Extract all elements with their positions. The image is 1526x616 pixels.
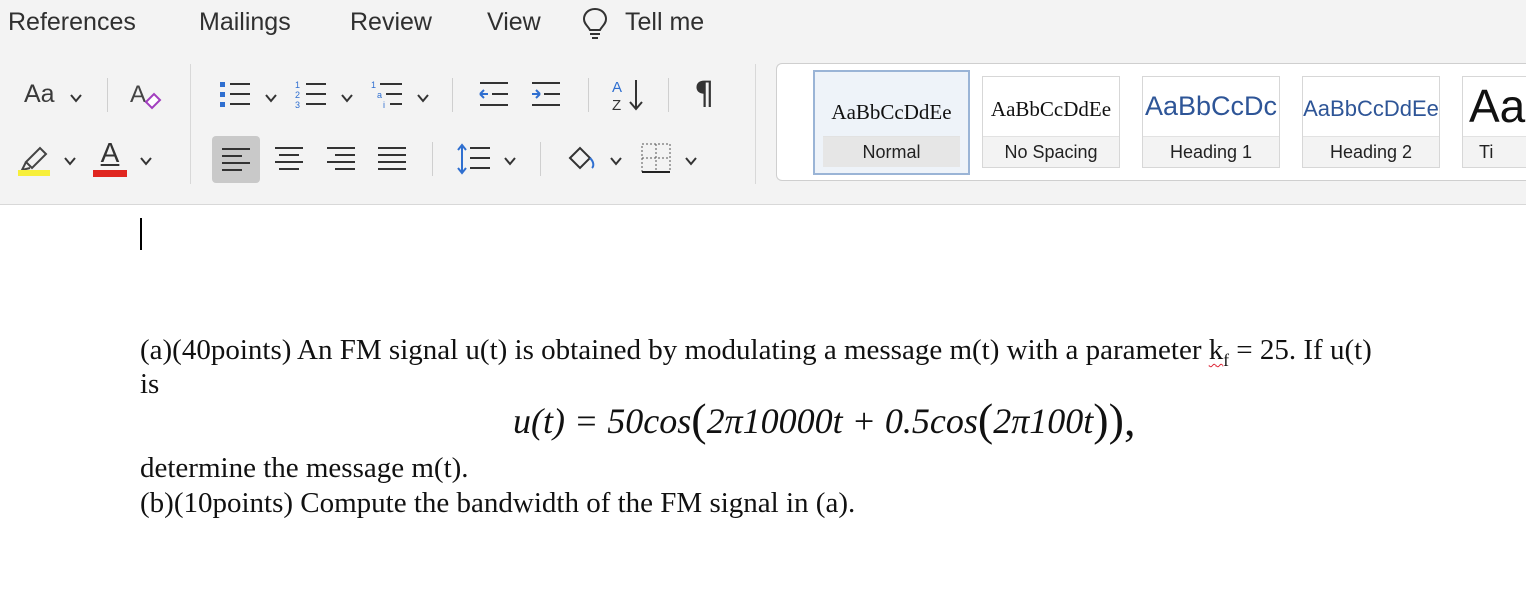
align-center-icon[interactable] (274, 146, 304, 172)
font-color-icon[interactable]: A (93, 136, 127, 178)
separator (107, 78, 108, 112)
separator (540, 142, 541, 176)
font-color-swatch (93, 169, 127, 177)
align-left-icon (222, 147, 250, 171)
svg-text:i: i (383, 100, 385, 110)
decrease-indent-icon[interactable] (476, 78, 512, 112)
font-color-letter: A (100, 136, 120, 168)
style-preview: AaBbCcDdEe (831, 100, 952, 124)
ribbon-tabs: References Mailings Review View Tell me (0, 0, 1526, 48)
style-heading-1[interactable]: AaBbCcDc Heading 1 (1142, 76, 1280, 168)
equation-lhs: u(t) = 50cos (513, 401, 692, 441)
paren: ( (691, 394, 707, 445)
separator (452, 78, 453, 112)
equation-inner-1: 2π10000t + 0.5cos (706, 401, 978, 441)
chevron-down-icon[interactable] (415, 90, 431, 106)
separator (668, 78, 669, 112)
clear-formatting-icon[interactable]: A (128, 78, 164, 114)
tab-references[interactable]: References (8, 8, 136, 37)
style-preview: AaBbCcDdEe (990, 97, 1112, 121)
style-label: No Spacing (983, 136, 1119, 167)
style-preview: AaBbCcDc (1144, 91, 1278, 121)
separator (432, 142, 433, 176)
style-normal[interactable]: AaBbCcDdEe Normal (813, 70, 970, 175)
kf-parameter: kf (1208, 334, 1229, 370)
tab-tell-me[interactable]: Tell me (625, 8, 704, 37)
line-spacing-icon[interactable] (456, 142, 492, 176)
change-case-label: Aa (24, 80, 55, 108)
svg-text:3: 3 (295, 100, 300, 110)
svg-text:1: 1 (371, 80, 376, 90)
equation-tail: ), (1108, 394, 1136, 445)
tab-review[interactable]: Review (350, 8, 432, 37)
style-title[interactable]: Aa Ti (1462, 76, 1526, 168)
equation[interactable]: u(t) = 50cos(2π10000t + 0.5cos(2π100t)), (513, 397, 1135, 443)
bullets-icon[interactable] (218, 78, 254, 112)
align-right-icon[interactable] (326, 146, 356, 172)
style-label: Heading 2 (1303, 136, 1439, 167)
chevron-down-icon[interactable] (138, 153, 154, 169)
shading-icon[interactable] (566, 142, 600, 174)
lightbulb-icon (581, 6, 609, 45)
multilevel-list-icon[interactable]: 1ai (370, 78, 406, 112)
borders-icon[interactable] (640, 142, 672, 174)
chevron-down-icon[interactable] (62, 153, 78, 169)
chevron-down-icon[interactable] (68, 90, 84, 106)
style-no-spacing[interactable]: AaBbCcDdEe No Spacing (982, 76, 1120, 168)
problem-b-line[interactable]: (b)(10points) Compute the bandwidth of t… (140, 487, 855, 520)
svg-text:1: 1 (295, 80, 300, 90)
equation-inner-2: 2π100t (993, 401, 1094, 441)
svg-text:2: 2 (295, 90, 300, 100)
chevron-down-icon[interactable] (502, 153, 518, 169)
style-label: Normal (823, 136, 960, 167)
problem-a-line-2[interactable]: is (140, 368, 159, 401)
highlighter-icon[interactable] (18, 140, 52, 178)
justify-icon[interactable] (377, 146, 407, 172)
problem-a-line-4[interactable]: determine the message m(t). (140, 452, 469, 485)
sort-icon[interactable]: A Z (608, 76, 648, 114)
style-heading-2[interactable]: AaBbCcDdEe Heading 2 (1302, 76, 1440, 168)
style-preview: Aa (1469, 80, 1526, 132)
align-left-button[interactable] (212, 136, 260, 183)
svg-text:A: A (130, 81, 146, 108)
increase-indent-icon[interactable] (528, 78, 564, 112)
problem-a-line[interactable]: (a)(40points) An FM signal u(t) is obtai… (140, 334, 1372, 371)
change-case-button[interactable]: Aa (24, 80, 55, 109)
style-label: Heading 1 (1143, 136, 1279, 167)
problem-a-text: (a)(40points) An FM signal u(t) is obtai… (140, 334, 1209, 366)
tab-view[interactable]: View (487, 8, 541, 37)
kf-k: k (1208, 334, 1224, 366)
chevron-down-icon[interactable] (608, 153, 624, 169)
problem-a-text-end: = 25. If u(t) (1229, 334, 1372, 366)
svg-text:Z: Z (612, 97, 621, 114)
pilcrow-icon[interactable]: ¶ (694, 74, 714, 112)
svg-text:A: A (612, 79, 622, 96)
numbering-icon[interactable]: 123 (294, 78, 330, 112)
style-label: Ti (1463, 136, 1526, 167)
svg-text:a: a (377, 90, 382, 100)
group-separator (755, 64, 756, 184)
ribbon: References Mailings Review View Tell me … (0, 0, 1526, 205)
chevron-down-icon[interactable] (263, 90, 279, 106)
chevron-down-icon[interactable] (339, 90, 355, 106)
tab-mailings[interactable]: Mailings (199, 8, 291, 37)
paren: ) (1093, 394, 1109, 445)
separator (588, 78, 589, 112)
paren: ( (977, 394, 994, 445)
style-preview: AaBbCcDdEe (1303, 96, 1439, 121)
text-cursor (140, 218, 142, 250)
chevron-down-icon[interactable] (683, 153, 699, 169)
group-separator (190, 64, 191, 184)
